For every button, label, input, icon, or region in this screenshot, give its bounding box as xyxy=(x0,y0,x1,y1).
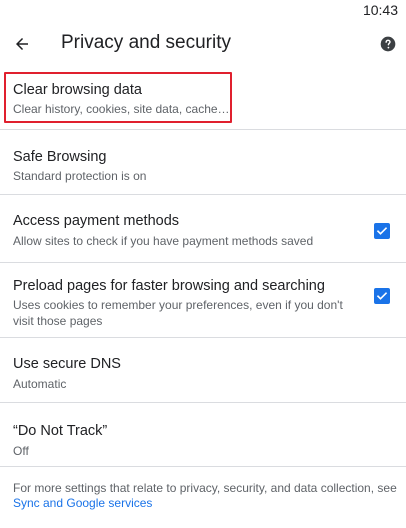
secure-dns-item[interactable]: Use secure DNS Automatic xyxy=(0,338,406,403)
check-icon xyxy=(376,227,388,235)
arrow-back-icon xyxy=(16,38,28,50)
preload-pages-item[interactable]: Preload pages for faster browsing and se… xyxy=(0,263,406,338)
preload-pages-title: Preload pages for faster browsing and se… xyxy=(13,278,325,294)
page-title: Privacy and security xyxy=(61,32,232,53)
safe-browsing-item[interactable]: Safe Browsing Standard protection is on xyxy=(0,130,406,195)
clear-browsing-data-title: Clear browsing data xyxy=(13,82,142,98)
help-button[interactable] xyxy=(378,34,398,54)
preload-pages-checkbox[interactable] xyxy=(374,288,390,304)
secure-dns-title: Use secure DNS xyxy=(13,356,121,372)
status-bar: 10:43 xyxy=(0,0,406,24)
status-time: 10:43 xyxy=(362,2,398,18)
footer-note: For more settings that relate to privacy… xyxy=(13,481,399,511)
clear-browsing-data-subtitle: Clear history, cookies, site data, cache… xyxy=(13,102,230,116)
secure-dns-subtitle: Automatic xyxy=(13,377,67,391)
help-icon xyxy=(380,36,396,52)
do-not-track-title: “Do Not Track” xyxy=(13,423,108,439)
payment-methods-subtitle: Allow sites to check if you have payment… xyxy=(13,234,314,248)
payment-methods-item[interactable]: Access payment methods Allow sites to ch… xyxy=(0,195,406,263)
check-icon xyxy=(376,292,388,300)
preload-pages-subtitle: Uses cookies to remember your preference… xyxy=(13,298,343,328)
payment-methods-checkbox[interactable] xyxy=(374,223,390,239)
sync-google-services-link[interactable]: Sync and Google services xyxy=(13,496,152,511)
app-bar: Privacy and security xyxy=(0,24,406,64)
clear-browsing-data-item[interactable]: Clear browsing data Clear history, cooki… xyxy=(0,64,406,130)
payment-methods-title: Access payment methods xyxy=(13,213,180,229)
do-not-track-item[interactable]: “Do Not Track” Off xyxy=(0,403,406,468)
settings-list: Clear browsing data Clear history, cooki… xyxy=(0,64,406,468)
footer-text: For more settings that relate to privacy… xyxy=(13,481,397,495)
safe-browsing-title: Safe Browsing xyxy=(13,149,107,165)
do-not-track-subtitle: Off xyxy=(13,444,29,458)
footer-divider xyxy=(0,466,406,467)
safe-browsing-subtitle: Standard protection is on xyxy=(13,169,147,183)
back-button[interactable] xyxy=(8,30,36,58)
